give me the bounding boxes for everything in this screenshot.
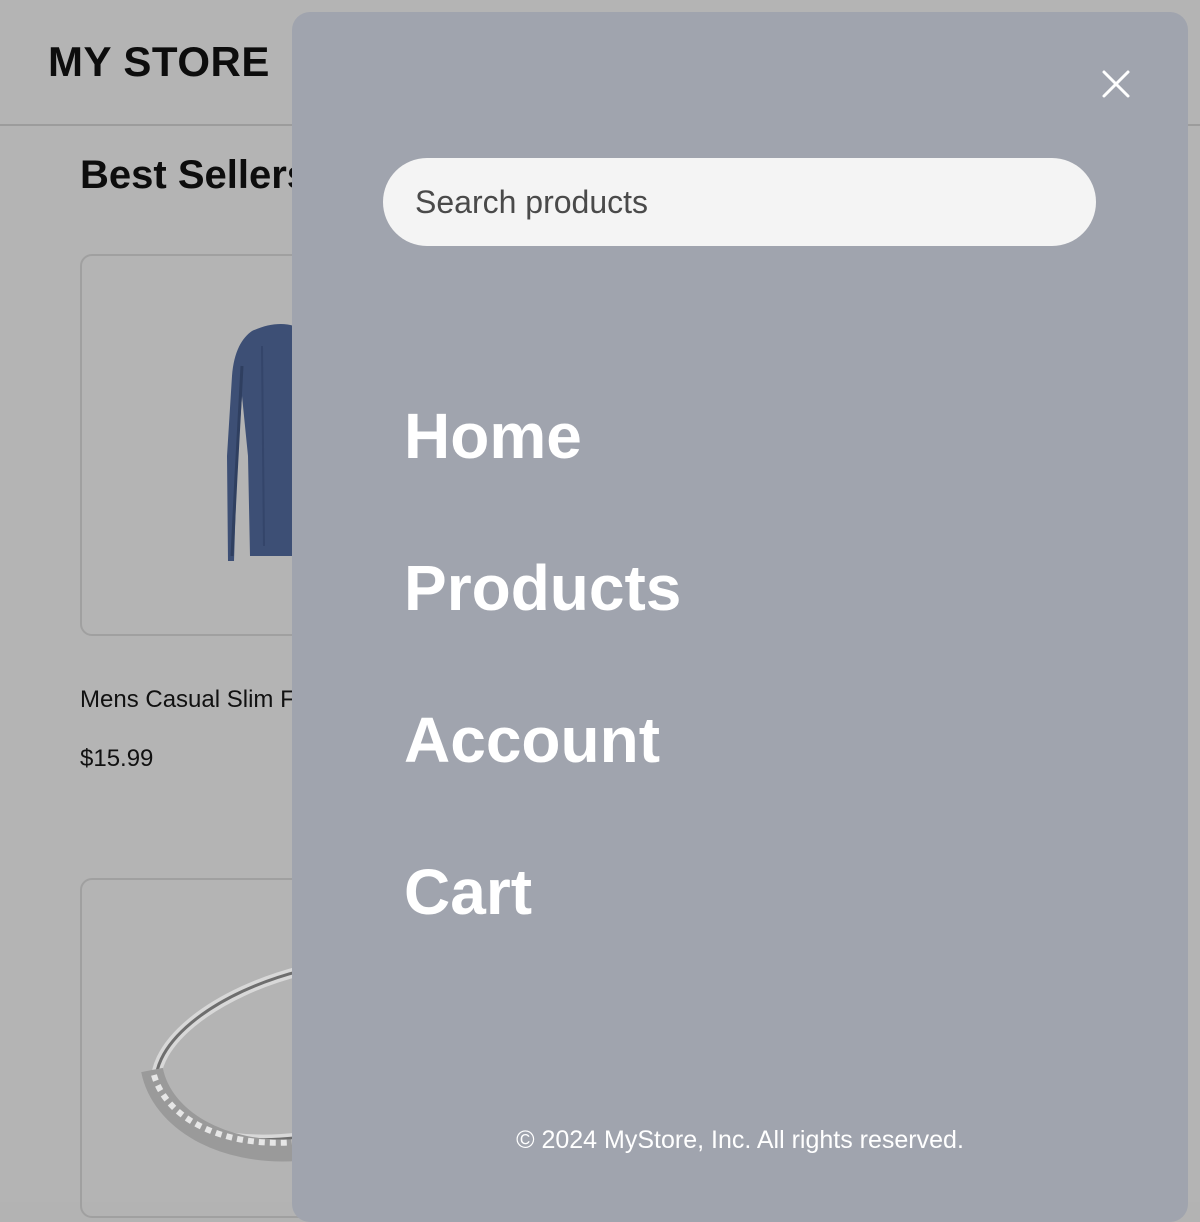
- nav-item-home[interactable]: Home: [404, 399, 582, 473]
- nav-item-account[interactable]: Account: [404, 703, 660, 777]
- copyright-text: © 2024 MyStore, Inc. All rights reserved…: [516, 1126, 964, 1154]
- nav-item-cart[interactable]: Cart: [404, 855, 532, 929]
- close-icon: [1102, 70, 1130, 98]
- best-sellers-heading: Best Sellers: [80, 153, 310, 197]
- close-button[interactable]: [1098, 66, 1134, 102]
- nav-item-products[interactable]: Products: [404, 551, 681, 625]
- store-logo[interactable]: MY STORE: [48, 38, 270, 86]
- search-input[interactable]: [383, 158, 1096, 246]
- navigation-menu-overlay: Home Products Account Cart © 2024 MyStor…: [292, 12, 1188, 1222]
- product-name[interactable]: Mens Casual Slim Fit: [80, 686, 307, 714]
- product-price: $15.99: [80, 745, 154, 772]
